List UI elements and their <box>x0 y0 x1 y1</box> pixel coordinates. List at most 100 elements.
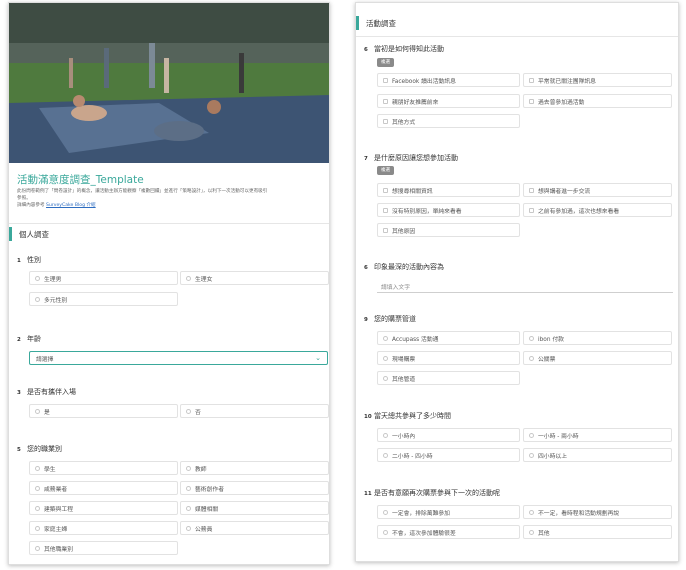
option-artist[interactable]: 藝術創作者 <box>180 481 329 495</box>
option-facebook[interactable]: Facebook 讀出活動訊息 <box>377 73 520 87</box>
description-text-2: 參照。 <box>17 196 31 201</box>
radio-icon <box>383 453 388 458</box>
memorable-text-input[interactable]: 請填入文字 <box>377 279 673 293</box>
option-label: Accupass 活動通 <box>392 337 439 343</box>
radio-icon <box>186 526 191 531</box>
section-personal: 個人調查 <box>9 227 329 243</box>
question-number: 6 <box>364 265 368 271</box>
option-label: ibon 付款 <box>538 337 564 343</box>
radio-icon <box>186 276 191 281</box>
option-pr-ticket[interactable]: 公關票 <box>523 351 672 365</box>
radio-icon <box>383 356 388 361</box>
option-label: 四小時以上 <box>538 454 567 460</box>
radio-icon <box>35 486 40 491</box>
question-return: 11 是否有意願再次購票參與下一次的活動呢 <box>364 488 500 498</box>
checkbox-icon <box>383 188 388 193</box>
option-no[interactable]: 否 <box>180 404 329 418</box>
option-label: 二小時 - 四小時 <box>392 454 433 460</box>
option-will-attend[interactable]: 一定會，排除萬難參加 <box>377 505 520 519</box>
radio-icon <box>35 409 40 414</box>
question-label: 當初是如何得知此活動 <box>374 45 444 53</box>
radio-icon <box>383 336 388 341</box>
question-age: 2 年齡 <box>17 334 41 344</box>
radio-icon <box>186 409 191 414</box>
checkbox-icon <box>529 188 534 193</box>
description-ref-label: 詳細內容參考 <box>17 203 45 208</box>
option-label: Facebook 讀出活動訊息 <box>392 79 456 85</box>
option-other-reason[interactable]: 其他原因 <box>377 223 520 237</box>
option-maybe[interactable]: 不一定，看時程和活動規劃再說 <box>523 505 672 519</box>
option-label: 教師 <box>195 467 207 473</box>
option-accupass[interactable]: Accupass 活動通 <box>377 331 520 345</box>
option-student[interactable]: 學生 <box>29 461 178 475</box>
option-search-info[interactable]: 想搜尋相關資訊 <box>377 183 520 197</box>
option-talk-speaker[interactable]: 想與講者進一步交流 <box>523 183 672 197</box>
option-ibon[interactable]: ibon 付款 <box>523 331 672 345</box>
question-number: 10 <box>364 414 372 420</box>
option-other-way[interactable]: 其他方式 <box>377 114 520 128</box>
option-civil-servant[interactable]: 公務員 <box>180 521 329 535</box>
section-accent-bar <box>356 16 359 30</box>
option-homemaker[interactable]: 家庭主婦 <box>29 521 178 535</box>
option-friend-referral[interactable]: 親朋好友推薦前來 <box>377 94 520 108</box>
option-label: 不一定，看時程和活動規劃再說 <box>538 511 620 517</box>
section-title: 個人調查 <box>19 230 49 239</box>
option-label: 其他原因 <box>392 229 416 235</box>
survey-page-left: 活動滿意度調查_Template 此份問卷範例了「問卷設計」的概念，讓活動主辦方… <box>8 2 330 565</box>
chevron-down-icon: ⌄ <box>315 354 321 362</box>
age-select[interactable]: 請選擇 ⌄ <box>29 351 328 365</box>
checkbox-icon <box>383 208 388 213</box>
option-1-2h[interactable]: 一小時 - 兩小時 <box>523 428 672 442</box>
option-other-occupation[interactable]: 其他職業別 <box>29 541 178 555</box>
option-over-4h[interactable]: 四小時以上 <box>523 448 672 462</box>
question-occupation: 5 您的職業別 <box>17 444 62 454</box>
option-label: 想搜尋相關資訊 <box>392 189 433 195</box>
hero-photo-illustration <box>9 3 329 163</box>
option-attended-before[interactable]: 之前有參加過，這次也想來看看 <box>523 203 672 217</box>
option-label: 家庭主婦 <box>44 527 68 533</box>
radio-icon <box>383 510 388 515</box>
option-label: 藝術創作者 <box>195 487 224 493</box>
option-other-gender[interactable]: 多元性別 <box>29 292 178 306</box>
option-yes[interactable]: 是 <box>29 404 178 418</box>
option-label: 一定會，排除萬難參加 <box>392 511 450 517</box>
section-title: 活動調查 <box>366 19 396 28</box>
option-no-reason[interactable]: 沒有特別原因，單純來看看 <box>377 203 520 217</box>
question-label: 是否有攜伴入場 <box>27 388 76 396</box>
question-label: 您的購票管道 <box>374 315 416 323</box>
option-teacher[interactable]: 教師 <box>180 461 329 475</box>
option-engineering[interactable]: 建築與工程 <box>29 501 178 515</box>
option-label: 平常就已關注團隊訊息 <box>538 79 596 85</box>
blog-link[interactable]: SurveyCake Blog 介紹 <box>46 203 96 208</box>
question-label: 是什麼原因讓您想參加活動 <box>374 154 458 162</box>
option-2-4h[interactable]: 二小時 - 四小時 <box>377 448 520 462</box>
option-past-attendee[interactable]: 過去曾參加過活動 <box>523 94 672 108</box>
option-follow-team[interactable]: 平常就已關注團隊訊息 <box>523 73 672 87</box>
option-other-channel[interactable]: 其他管道 <box>377 371 520 385</box>
radio-icon <box>383 433 388 438</box>
option-label: 現場購票 <box>392 357 416 363</box>
option-service[interactable]: 咸務業者 <box>29 481 178 495</box>
radio-icon <box>35 506 40 511</box>
input-placeholder: 請填入文字 <box>381 285 410 291</box>
option-media[interactable]: 媒體相關 <box>180 501 329 515</box>
option-onsite[interactable]: 現場購票 <box>377 351 520 365</box>
option-under-1h[interactable]: 一小時內 <box>377 428 520 442</box>
option-label: 生理女 <box>195 277 213 283</box>
radio-icon <box>383 376 388 381</box>
checkbox-icon <box>383 228 388 233</box>
survey-page-right: 活動調查 6 當初是如何得知此活動 複選 Facebook 讀出活動訊息 平常就已… <box>355 2 679 562</box>
checkbox-icon <box>529 99 534 104</box>
option-female[interactable]: 生理女 <box>180 271 329 285</box>
radio-icon <box>186 506 191 511</box>
option-label: 沒有特別原因，單純來看看 <box>392 209 462 215</box>
option-other-return[interactable]: 其他 <box>523 525 672 539</box>
question-number: 5 <box>17 447 21 453</box>
radio-icon <box>35 276 40 281</box>
checkbox-icon <box>383 99 388 104</box>
question-number: 7 <box>364 156 368 162</box>
option-will-not[interactable]: 不會，這次參加體驗很差 <box>377 525 520 539</box>
option-male[interactable]: 生理男 <box>29 271 178 285</box>
question-number: 6 <box>364 47 368 53</box>
select-placeholder: 請選擇 <box>36 357 54 363</box>
